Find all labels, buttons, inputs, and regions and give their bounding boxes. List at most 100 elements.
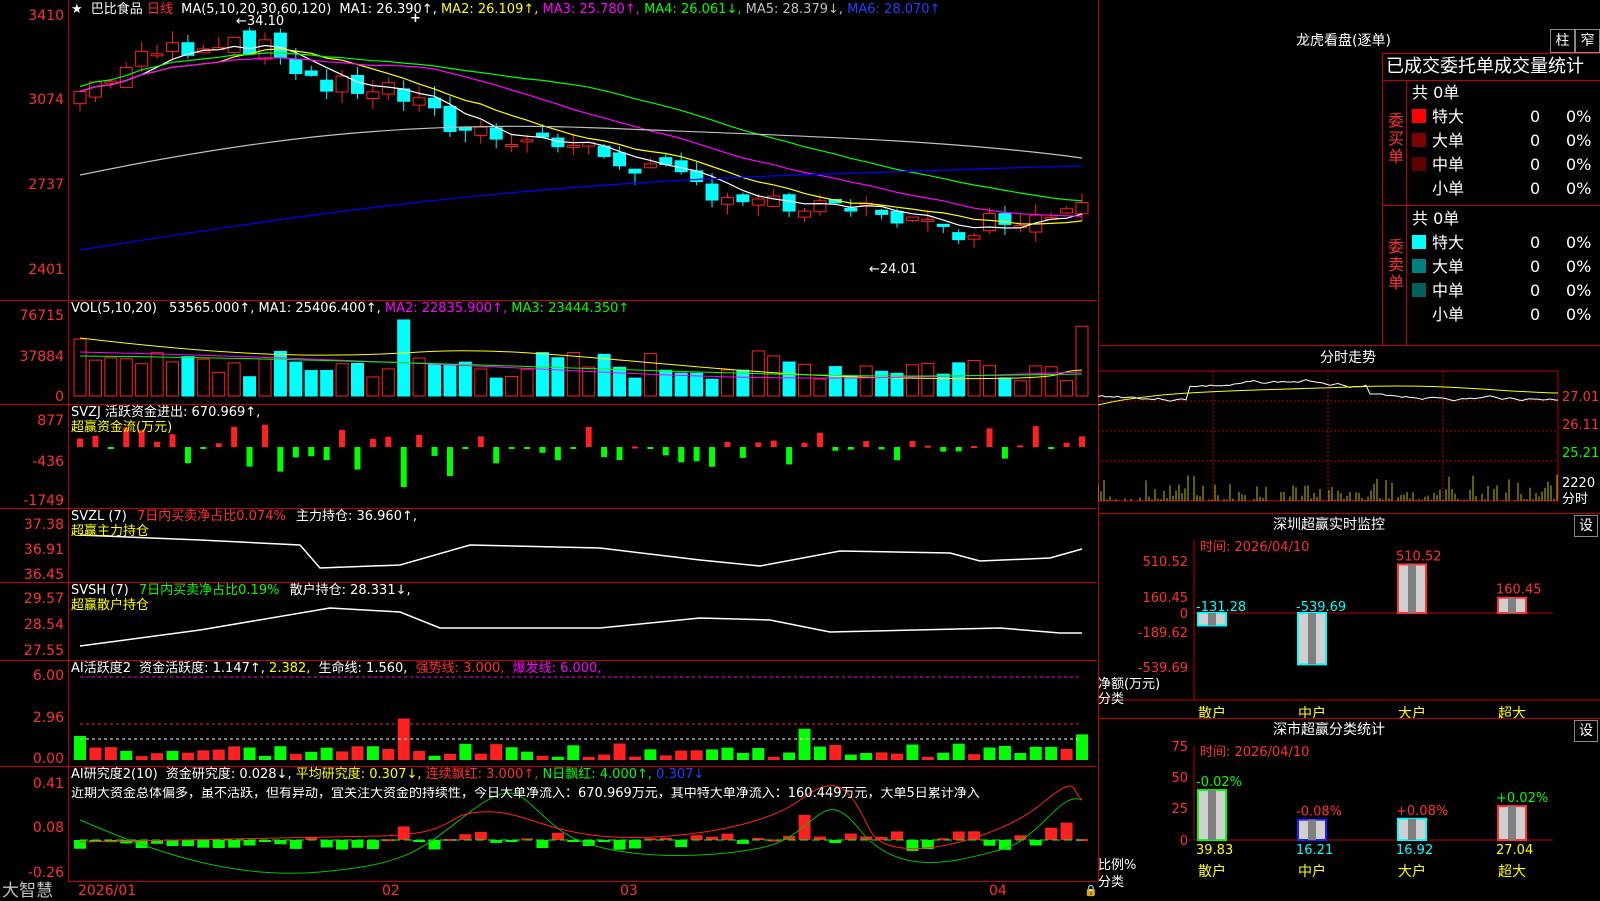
ai1-bar (567, 745, 580, 760)
ai1-bar (336, 751, 349, 760)
candle-body (782, 194, 796, 212)
candle-body (320, 79, 334, 92)
svzj-bar (554, 447, 561, 461)
ai2-bar (690, 835, 703, 840)
volume-bar (212, 371, 226, 397)
sz-monitor-panel: 深圳超赢实时监控 设 时间: 2026/04/10 净额(万元) 分类 (1098, 513, 1600, 719)
candle-body (936, 223, 950, 227)
volume-bar (566, 352, 580, 397)
volume-bar (613, 366, 627, 397)
sz-class-settings-button[interactable]: 设 (1574, 720, 1598, 742)
buy-row-count: 0 (1530, 179, 1541, 198)
sell-row-name: 中单 (1432, 281, 1465, 300)
sell-row-count: 0 (1530, 305, 1541, 324)
volume-bar (535, 352, 549, 397)
ai1-bar (166, 750, 179, 760)
vol-ma1: MA1: 25406.400↑, (258, 301, 381, 316)
candle-body (119, 66, 133, 88)
svzj-bar (462, 447, 469, 449)
sell-row-pct: 0% (1566, 257, 1592, 276)
volume-bar (936, 373, 950, 397)
ma6-value: MA6: 28.070↑ (847, 2, 941, 17)
ai2-last: 0.307↓ (656, 767, 705, 782)
ai1-bar (906, 744, 919, 760)
sz-monitor-settings-button[interactable]: 设 (1574, 515, 1598, 537)
ai2-bar (351, 840, 364, 848)
vol-axis-label: 76715 (19, 308, 64, 324)
ai1-bar (767, 756, 780, 760)
svzj-bar (832, 447, 839, 451)
candle-body (798, 210, 812, 218)
ai2-bar (813, 836, 826, 840)
candle-body (505, 144, 519, 148)
buy-row-name: 小单 (1432, 179, 1465, 198)
ai1-bar (813, 746, 826, 760)
ai1-bar (413, 750, 426, 760)
volume-bar (304, 370, 318, 397)
ai2-label: AI研究度2(10) (71, 767, 158, 782)
ai2-bar (181, 840, 194, 847)
volume-bar (165, 361, 179, 397)
svzj-bar (1001, 447, 1008, 459)
buy-row-name: 特大 (1432, 107, 1465, 126)
volume-bar (181, 356, 195, 397)
svzj-bar (107, 447, 114, 449)
ai1-bar (459, 743, 472, 760)
volume-bar (767, 355, 781, 397)
sz-class-time: 时间: 2026/04/10 (1200, 745, 1310, 760)
ai1-bar (690, 750, 703, 760)
svzj-bar (385, 436, 392, 447)
kline-chart-canvas[interactable] (0, 0, 1100, 900)
buy-row: 小单 (1412, 180, 1464, 198)
sell-row-pct: 0% (1566, 233, 1592, 252)
ai1-activity: 资金活跃度: 1.147↑, (139, 661, 265, 676)
period-label[interactable]: 日线 (147, 2, 173, 17)
candle-body (165, 42, 179, 53)
svzj-bar (585, 427, 592, 447)
ai2-bar (536, 840, 549, 849)
ai1-header: AI活跃度2 资金活跃度: 1.147↑, 2.382, 生命线: 1.560,… (71, 662, 601, 676)
sell-row-count: 0 (1530, 257, 1541, 276)
candle-body (520, 139, 534, 143)
svzj-bar (909, 441, 916, 447)
star-icon[interactable]: ★ (71, 2, 83, 17)
candle-body (751, 198, 765, 206)
candle-body (535, 132, 549, 138)
svzj-bar (739, 447, 746, 458)
candle-body (705, 183, 719, 201)
buy-row-pct: 0% (1566, 179, 1592, 198)
price-axis-label: 2401 (28, 262, 64, 278)
candle-body (890, 210, 904, 224)
svzl-axis-label: 36.91 (23, 542, 64, 558)
ai1-bar (736, 752, 749, 760)
svzj-bar (539, 447, 546, 453)
ai1-bar (968, 754, 981, 760)
ai1-bar (212, 749, 225, 760)
volume-bar (875, 370, 889, 397)
ai1-bar (74, 735, 86, 760)
volume-bar (828, 366, 842, 397)
ai1-bar (274, 746, 287, 760)
ai1-bar (120, 750, 133, 760)
svzl-axis-label: 36.45 (23, 567, 64, 583)
bar-mode-button[interactable]: 柱 (1550, 29, 1575, 53)
volume-bar (196, 358, 210, 397)
volume-bar (119, 358, 133, 397)
ai2-bar (952, 831, 965, 840)
svzj-bar (292, 447, 299, 458)
ai1-bar (921, 756, 934, 760)
candle-body (566, 144, 580, 149)
lock-icon[interactable]: 🔒 (1084, 884, 1098, 898)
ai2-bar (844, 833, 857, 840)
candle-body (88, 81, 102, 98)
svzj-bar (215, 443, 222, 447)
narrow-mode-button[interactable]: 窄 (1575, 29, 1600, 53)
svzj-bar (246, 447, 253, 467)
low-price-label: ←24.01 (869, 262, 918, 277)
svzl-pct: 7日内买卖净占比0.074% (136, 509, 286, 524)
ai1-bar (752, 748, 765, 760)
date-label: 03 (620, 883, 638, 899)
candle-body (428, 97, 442, 109)
svsh-axis-label: 29.57 (23, 591, 64, 607)
ai2-avg: 平均研究度: 0.307↓, (295, 767, 422, 782)
